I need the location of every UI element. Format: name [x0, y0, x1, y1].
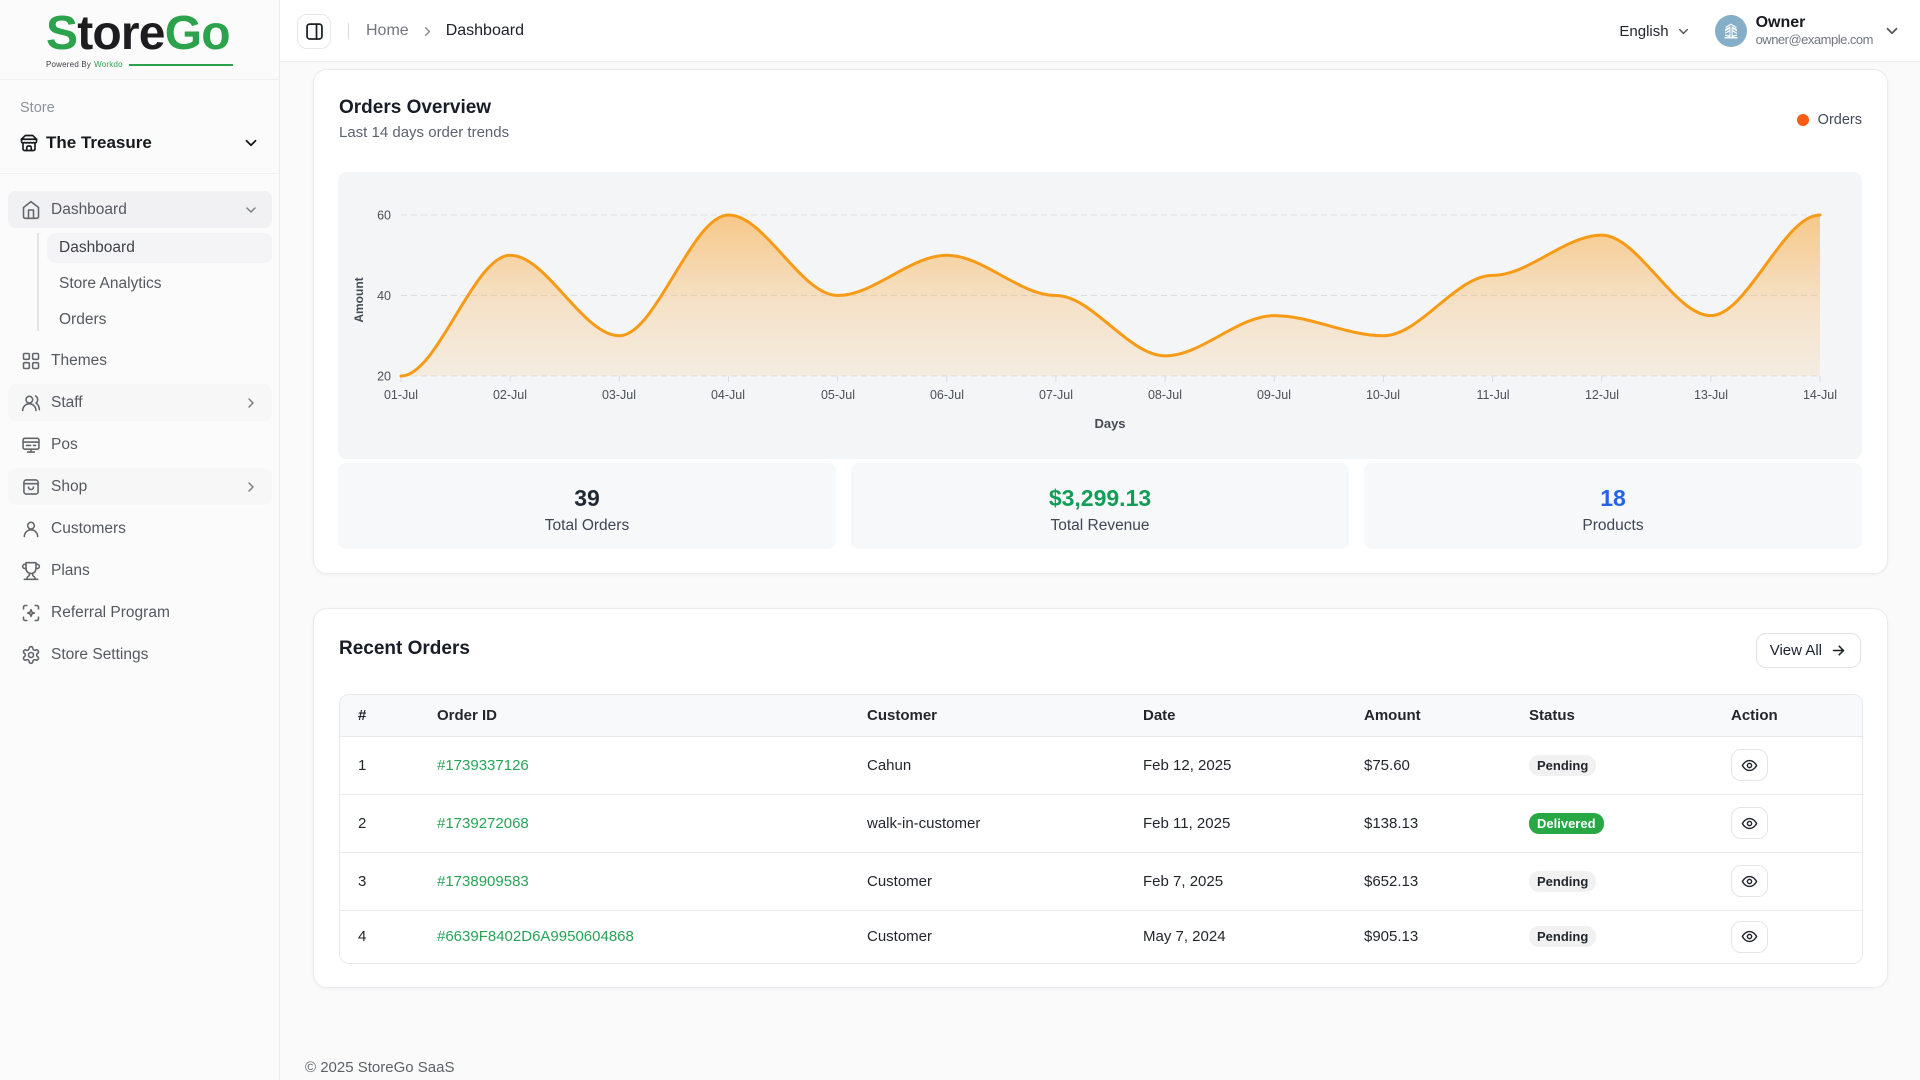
svg-text:Amount: Amount	[352, 277, 366, 322]
svg-text:06-Jul: 06-Jul	[930, 388, 964, 402]
svg-text:11-Jul: 11-Jul	[1476, 388, 1509, 402]
svg-text:40: 40	[377, 289, 391, 303]
svg-text:04-Jul: 04-Jul	[711, 388, 745, 402]
svg-text:12-Jul: 12-Jul	[1585, 388, 1619, 402]
svg-text:13-Jul: 13-Jul	[1694, 388, 1728, 402]
svg-text:05-Jul: 05-Jul	[821, 388, 855, 402]
svg-text:08-Jul: 08-Jul	[1148, 388, 1182, 402]
svg-text:14-Jul: 14-Jul	[1803, 388, 1837, 402]
svg-text:Days: Days	[1094, 416, 1125, 431]
svg-text:20: 20	[377, 370, 391, 384]
svg-text:07-Jul: 07-Jul	[1039, 388, 1073, 402]
svg-text:02-Jul: 02-Jul	[493, 388, 527, 402]
svg-text:03-Jul: 03-Jul	[602, 388, 636, 402]
svg-text:01-Jul: 01-Jul	[384, 388, 418, 402]
svg-text:60: 60	[377, 209, 391, 223]
svg-text:10-Jul: 10-Jul	[1366, 388, 1400, 402]
svg-text:09-Jul: 09-Jul	[1257, 388, 1291, 402]
